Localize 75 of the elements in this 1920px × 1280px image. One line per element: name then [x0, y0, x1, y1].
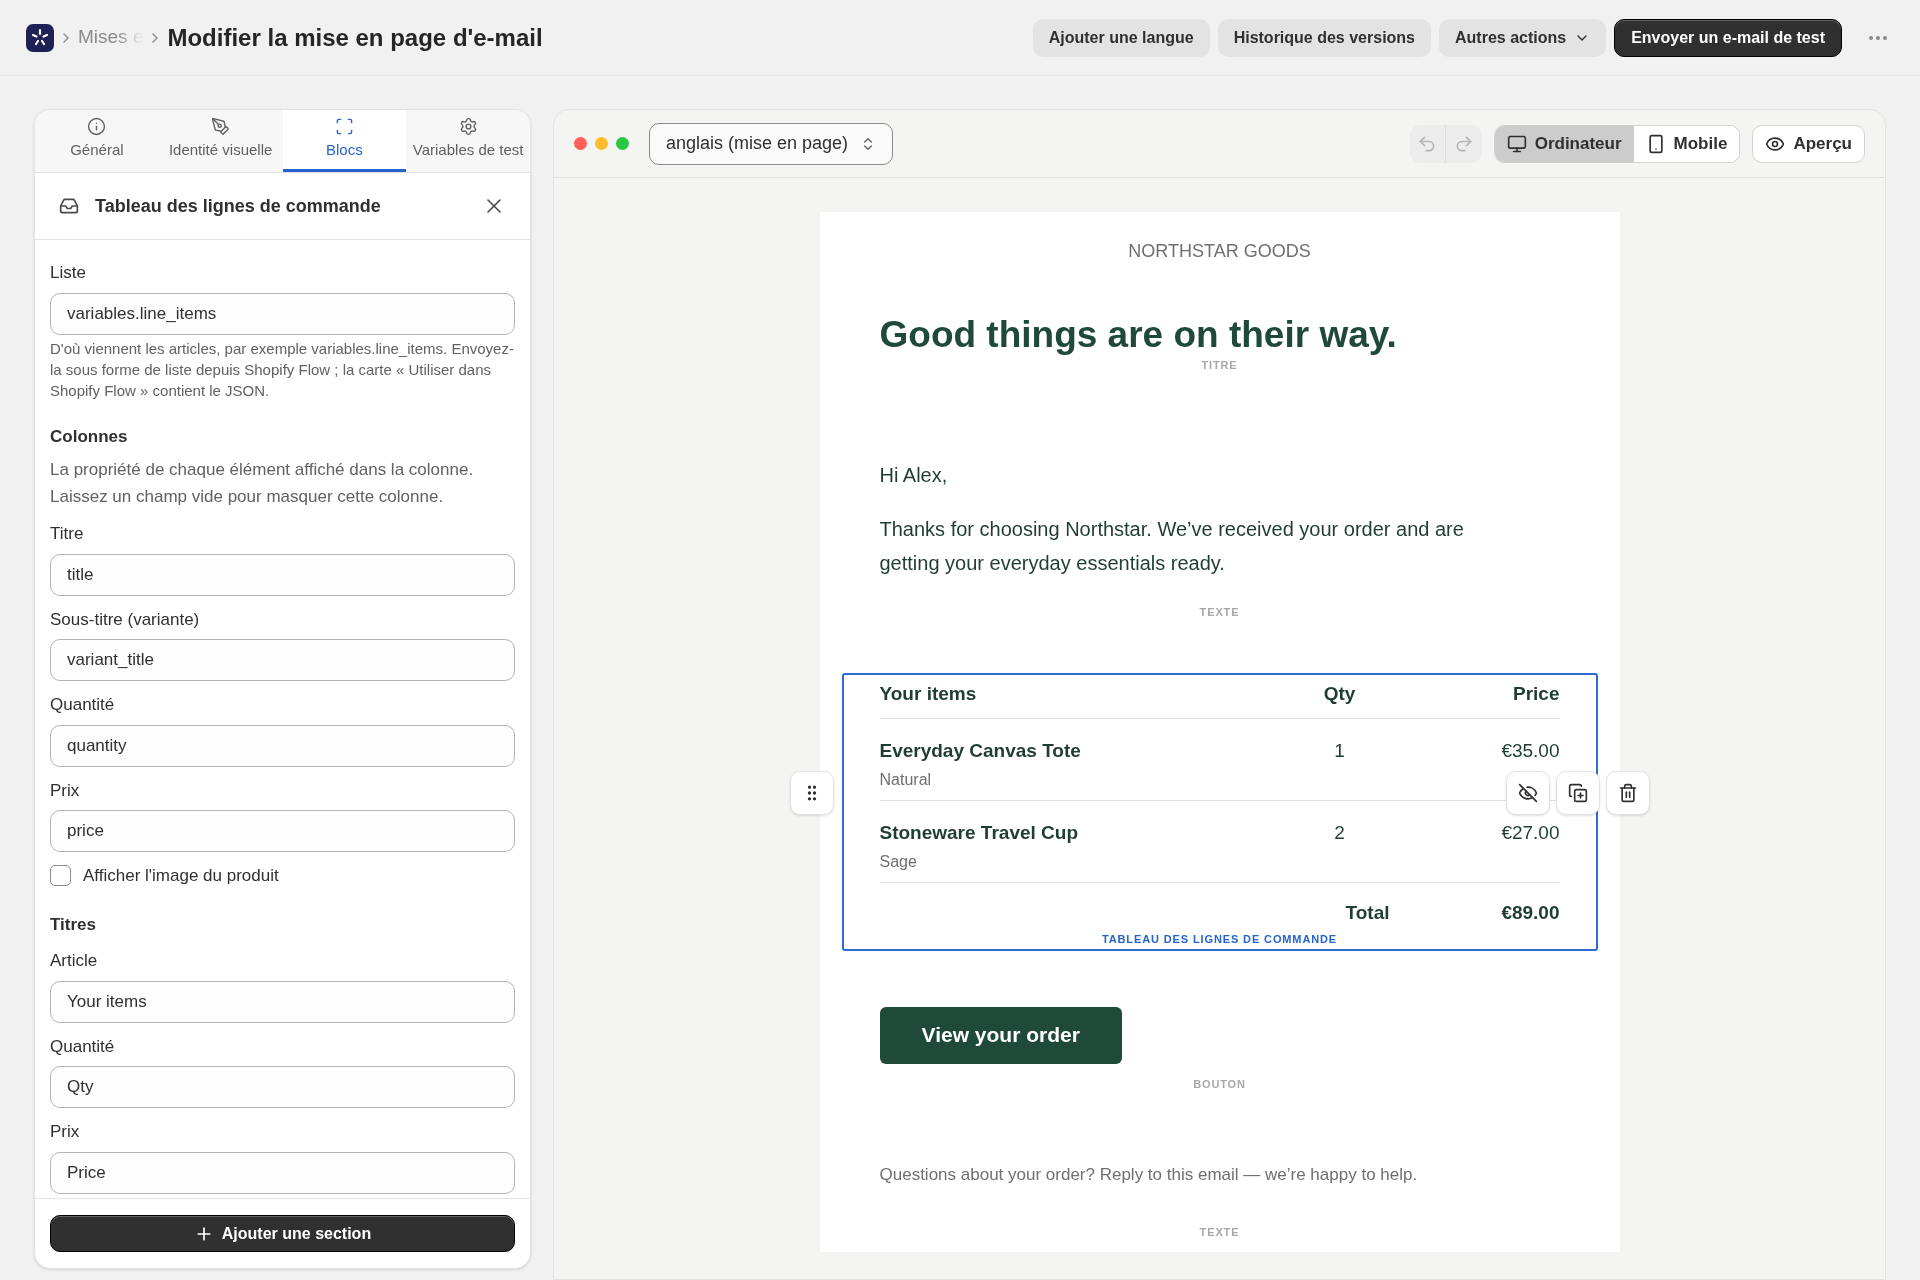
app-logo-icon[interactable] — [26, 23, 54, 52]
field-label: Article — [50, 950, 99, 972]
pen-icon — [211, 117, 231, 137]
preview-button[interactable]: Aperçu — [1752, 124, 1865, 163]
panel-title: Tableau des lignes de commande — [95, 194, 381, 218]
column-header: Price — [1512, 682, 1560, 707]
input-field[interactable]: variables.line_items — [50, 292, 515, 335]
brand-name: NORTHSTAR GOODS — [1127, 240, 1312, 263]
monitor-icon — [1506, 133, 1527, 154]
panel-tab[interactable]: Général — [35, 110, 159, 172]
input-field[interactable]: variant_title — [50, 639, 515, 681]
copy-plus-icon — [1567, 783, 1588, 803]
trash-icon — [1617, 783, 1638, 803]
field-label: Sous-titre (variante) — [50, 608, 201, 631]
item-quantity: 2 — [1333, 821, 1346, 845]
drag-handle[interactable] — [789, 771, 834, 815]
eye-off-icon — [1517, 783, 1538, 803]
input-field[interactable]: Your items — [50, 980, 515, 1023]
ellipsis-icon — [1869, 35, 1887, 40]
inbox-icon — [59, 196, 79, 216]
total-label: Total — [1344, 900, 1390, 925]
section-heading: Titres — [50, 913, 97, 936]
input-field[interactable]: quantity — [50, 724, 515, 767]
page-title: Modifier la mise en page d'e-mail — [167, 22, 543, 53]
panel-tab[interactable]: Blocs — [282, 110, 407, 172]
send-test-button[interactable]: Envoyer un e-mail de test — [1614, 18, 1842, 57]
item-title: Stoneware Travel Cup — [879, 821, 1079, 845]
email-footer-text: Questions about your order? Reply to this email — we’re happy to help. — [879, 1164, 1419, 1186]
item-price: €35.00 — [1500, 739, 1560, 763]
hide-button[interactable] — [1505, 771, 1550, 815]
language-select[interactable]: anglais (mise en page) — [649, 122, 894, 165]
panel-tab[interactable]: Variables de test — [406, 110, 530, 172]
field-label: Prix — [50, 1121, 81, 1143]
email-paragraph: Thanks for choosing Northstar. We’ve received your order and are getting your everyday essentials ready. — [879, 516, 1465, 576]
view-order-button[interactable]: View your order — [879, 1006, 1122, 1064]
input-field[interactable]: Price — [50, 1151, 515, 1194]
email-paragraph: Hi Alex, — [879, 462, 949, 488]
field-label: Liste — [50, 262, 87, 284]
total-amount: €89.00 — [1500, 900, 1560, 925]
block-type-label: TABLEAU DES LIGNES DE COMMANDE — [1100, 932, 1339, 947]
item-quantity: 1 — [1333, 739, 1346, 763]
field-label: Titre — [50, 523, 85, 545]
column-header: Qty — [1322, 682, 1357, 707]
field-label: Prix — [50, 779, 81, 802]
gear-icon — [458, 117, 478, 137]
input-field[interactable]: price — [50, 810, 515, 852]
panel-tab[interactable]: Identité visuelle — [158, 110, 283, 172]
item-variant: Natural — [879, 769, 933, 790]
field-label: Quantité — [50, 694, 116, 716]
duplicate-button[interactable] — [1555, 771, 1600, 815]
email-heading: Good things are on their way. — [879, 313, 1398, 357]
add-section-button[interactable]: Ajouter une section — [50, 1215, 515, 1252]
item-price: €27.00 — [1500, 821, 1560, 845]
section-description: La propriété de chaque élément affiché dans la colonne. Laissez un champ vide pour masquer cette colonne. — [50, 459, 475, 508]
frame-corners-icon — [334, 117, 354, 137]
input-field[interactable]: Qty — [50, 1066, 515, 1108]
item-title: Everyday Canvas Tote — [879, 739, 1082, 763]
field-label: Quantité — [50, 1035, 116, 1058]
toolbar-button[interactable]: Ajouter une langue — [1032, 18, 1210, 57]
block-type-label: TEXTE — [1198, 1224, 1241, 1240]
checkbox-label: Afficher l'image du produit — [83, 865, 279, 887]
column-header: Your items — [879, 682, 978, 707]
view-mode-tab[interactable]: Ordinateur — [1494, 125, 1634, 162]
block-type-label: TEXTE — [1198, 604, 1241, 620]
more-actions-button[interactable]: Autres actions — [1439, 18, 1607, 57]
input-field[interactable]: title — [50, 553, 515, 596]
item-variant: Sage — [879, 851, 918, 872]
info-icon — [87, 117, 107, 137]
checkbox[interactable] — [50, 865, 71, 887]
toolbar-button[interactable]: Historique des versions — [1217, 18, 1431, 57]
help-text: D'où viennent les articles, par exemple variables.line_items. Envoyez-la sous forme de liste depuis Shopify Flow ; la carte « Utiliser dans Shopify Flow » contient le JSON. — [50, 338, 515, 401]
section-heading: Colonnes — [50, 425, 129, 448]
delete-button[interactable] — [1605, 771, 1650, 815]
block-type-label: TITRE — [1200, 358, 1239, 373]
block-type-label: BOUTON — [1192, 1076, 1247, 1092]
